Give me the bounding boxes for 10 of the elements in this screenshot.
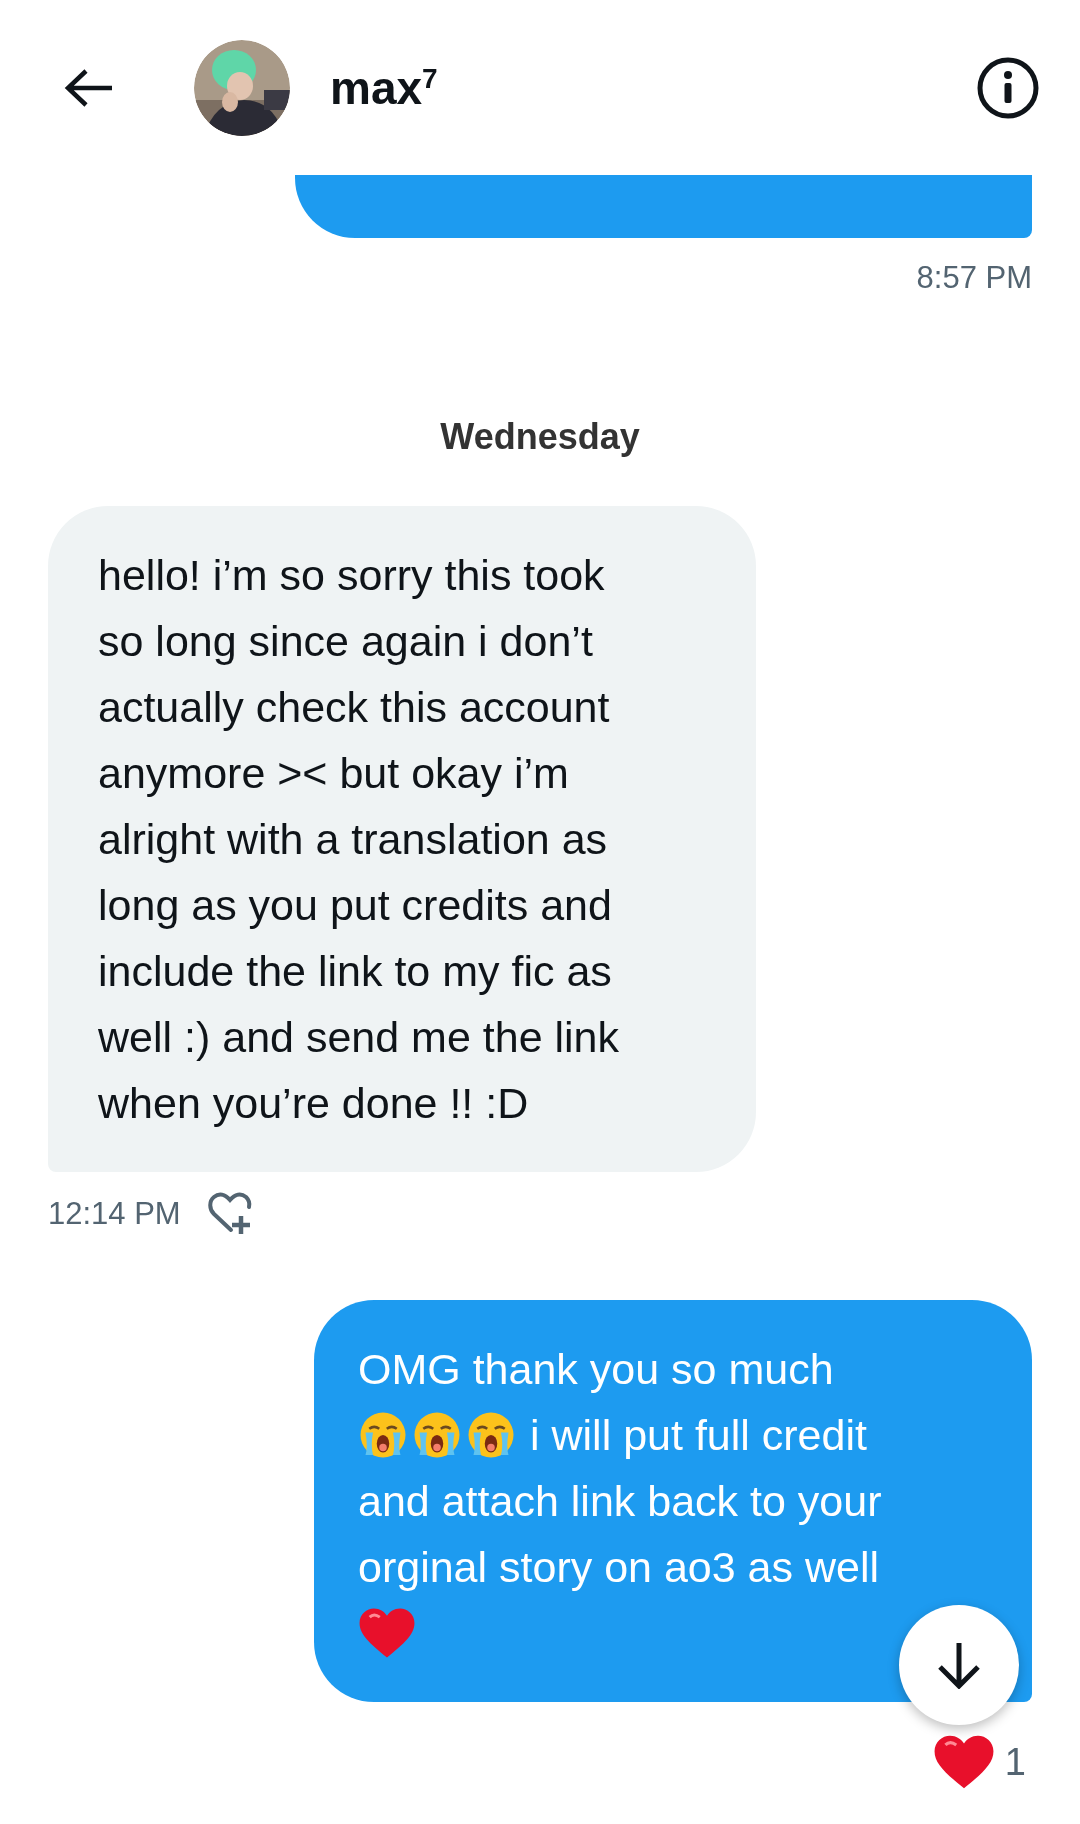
contact-name: max$^{7}$ bbox=[330, 60, 439, 115]
message-text: orginal story on ao3 as well bbox=[358, 1542, 880, 1593]
message-text: hello! i’m so sorry this took so long since again i don’t actually check this account anymore >< but okay i’m alright with a translation as long as you put credits and include the link to my fic as well :) and send me the link when you’re done !! :D bbox=[98, 551, 620, 1127]
message-text: i will put full credit bbox=[530, 1410, 867, 1461]
message-time: 8:57 PM bbox=[916, 260, 1032, 296]
date-divider: Wednesday bbox=[439, 416, 641, 458]
message-time: 12:14 PM bbox=[48, 1196, 181, 1232]
reaction-count: 1 bbox=[1004, 1740, 1026, 1784]
message-text: and attach link back to your bbox=[358, 1476, 882, 1527]
message-text: OMG thank you so much bbox=[358, 1344, 834, 1395]
